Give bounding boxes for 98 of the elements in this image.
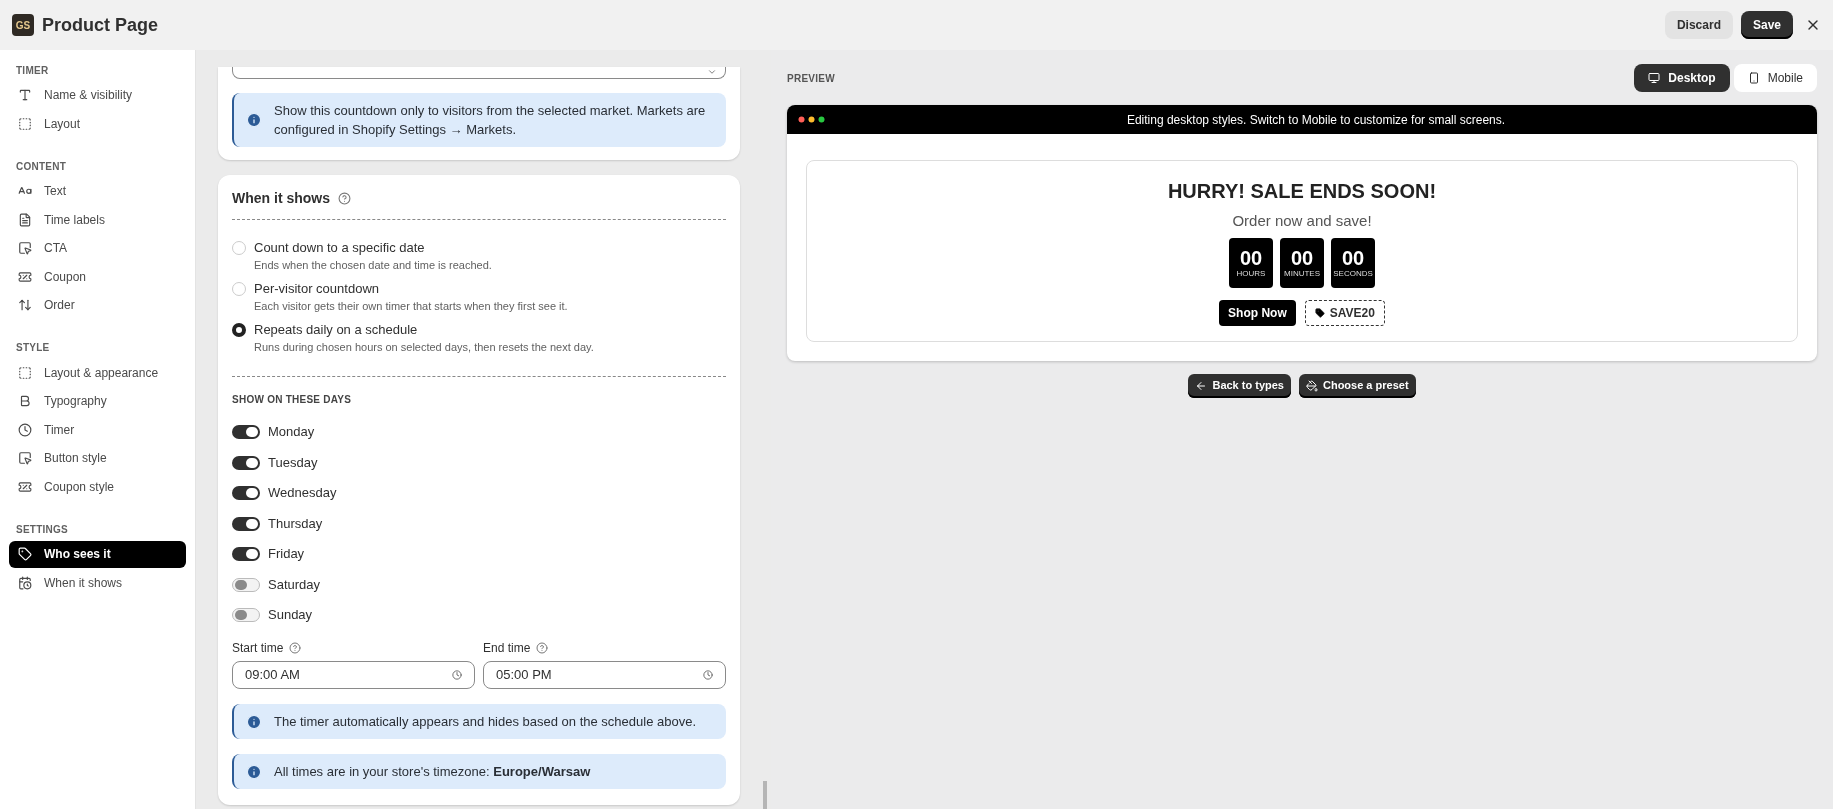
section-heading: TIMER xyxy=(15,63,50,78)
sidebar-item[interactable]: Name & visibility xyxy=(9,81,186,109)
toggle-switch[interactable] xyxy=(232,547,260,561)
sidebar-item[interactable]: Time labels xyxy=(9,206,186,233)
day-label: Wednesday xyxy=(268,484,337,503)
radio-button[interactable] xyxy=(232,323,246,337)
info-text: All times are in your store's timezone: Europe/Warsaw xyxy=(274,763,591,781)
pointer-icon xyxy=(18,241,32,255)
window-title: Product Page xyxy=(42,13,159,37)
time-field[interactable]: 05:00 PM xyxy=(483,661,726,689)
sidebar-item[interactable]: Button style xyxy=(9,444,186,472)
sidebar-item[interactable]: Timer xyxy=(9,416,186,443)
time-field[interactable]: 09:00 AM xyxy=(232,661,475,689)
option-label[interactable]: Count down to a specific date xyxy=(254,239,492,257)
tag-icon xyxy=(1314,307,1325,318)
sidebar-item[interactable]: CTA xyxy=(9,234,186,262)
phone-icon xyxy=(1747,72,1760,84)
preview-label: PREVIEW xyxy=(787,71,835,86)
day-label: Tuesday xyxy=(268,453,318,472)
document-icon xyxy=(18,212,32,227)
banner-text: Editing desktop styles. Switch to Mobile to customize for small screens. xyxy=(1125,111,1507,129)
sidebar-item[interactable]: Text xyxy=(9,177,186,205)
field-label: End time xyxy=(483,640,531,657)
option-description: Runs during chosen hours on selected days, then resets the next day. xyxy=(254,340,594,355)
help-icon[interactable] xyxy=(536,642,549,654)
day-label: Monday xyxy=(268,423,315,442)
clock-icon xyxy=(18,422,32,437)
tag-icon xyxy=(18,547,32,561)
select-field[interactable] xyxy=(232,67,726,79)
timer-subheading: Order now and save! xyxy=(1232,211,1372,231)
coupon-code: SAVE20 xyxy=(1304,299,1385,326)
window-dots-icon xyxy=(798,116,826,123)
option-label[interactable]: Repeats daily on a schedule xyxy=(254,321,594,339)
toggle-switch[interactable] xyxy=(232,577,260,592)
section-heading: SHOW ON THESE DAYS xyxy=(232,393,353,407)
toggle-switch[interactable] xyxy=(232,455,260,470)
monitor-icon xyxy=(1648,72,1661,84)
pointer-icon xyxy=(18,451,32,465)
info-icon xyxy=(246,112,262,128)
info-text: Show this countdown only to visitors from the selected market. Markets are configured in Shopify Settings → Markets. xyxy=(274,102,707,139)
dashed-square-icon xyxy=(18,365,32,380)
info-icon xyxy=(246,763,262,780)
text-icon xyxy=(18,88,32,102)
countdown-digits: 00 xyxy=(1239,246,1263,269)
clock-icon xyxy=(452,670,462,680)
timer-heading: HURRY! SALE ENDS SOON! xyxy=(1167,179,1437,204)
preset-button[interactable]: Choose a preset xyxy=(1298,373,1416,398)
sort-icon xyxy=(18,298,32,312)
section-heading: SETTINGS xyxy=(15,522,69,537)
info-text: The timer automatically appears and hides based on the schedule above. xyxy=(274,713,697,731)
help-icon[interactable] xyxy=(289,642,302,654)
discard-button[interactable]: Discard xyxy=(1664,11,1733,39)
option-label[interactable]: Per-visitor countdown xyxy=(254,280,568,298)
sidebar-item[interactable]: Layout & appearance xyxy=(9,359,186,386)
option-description: Ends when the chosen date and time is reached. xyxy=(254,258,492,273)
paint-bucket-icon xyxy=(1305,379,1318,392)
chevron-icon xyxy=(707,67,717,77)
sidebar-item[interactable]: When it shows xyxy=(9,569,186,596)
countdown-digits: 00 xyxy=(1341,246,1365,269)
countdown-label: HOURS xyxy=(1236,268,1266,279)
coupon-icon xyxy=(18,269,32,284)
sidebar-item[interactable]: Layout xyxy=(9,110,186,137)
section-heading: STYLE xyxy=(15,341,51,355)
bold-icon xyxy=(18,394,32,408)
save-button[interactable]: Save xyxy=(1740,11,1793,39)
toggle-switch[interactable] xyxy=(232,608,260,622)
arrow-left-icon xyxy=(1195,379,1208,392)
back-button[interactable]: Back to types xyxy=(1188,373,1291,398)
countdown-label: MINUTES xyxy=(1284,268,1320,279)
countdown-label: SECONDS xyxy=(1333,268,1373,279)
scrollbar-thumb[interactable] xyxy=(763,781,767,809)
toggle-switch[interactable] xyxy=(232,425,260,439)
info-icon xyxy=(246,713,262,730)
day-label: Saturday xyxy=(268,575,321,594)
option-description: Each visitor gets their own timer that starts when they first see it. xyxy=(254,299,568,314)
sidebar-item[interactable]: Order xyxy=(9,291,186,319)
sidebar-item[interactable]: Coupon xyxy=(9,263,186,290)
countdown-digits: 00 xyxy=(1290,246,1314,269)
device-tab[interactable]: Mobile xyxy=(1733,64,1817,92)
toggle-switch[interactable] xyxy=(232,486,260,500)
section-heading: CONTENT xyxy=(15,159,68,174)
day-label: Friday xyxy=(268,545,305,564)
shop-now-button[interactable]: Shop Now xyxy=(1219,299,1296,326)
app-logo: GS xyxy=(12,14,34,36)
sidebar-item[interactable]: Coupon style xyxy=(9,473,186,500)
day-label: Thursday xyxy=(268,514,323,533)
calendar-clock-icon xyxy=(18,575,32,590)
day-label: Sunday xyxy=(268,606,313,625)
toggle-switch[interactable] xyxy=(232,516,260,531)
field-label: Start time xyxy=(232,640,284,657)
sidebar-item[interactable]: Who sees it xyxy=(9,540,186,568)
coupon-icon xyxy=(18,479,32,494)
device-tab[interactable]: Desktop xyxy=(1634,64,1730,92)
clock-icon xyxy=(703,670,713,680)
card-title: When it shows xyxy=(232,189,330,208)
dashed-square-icon xyxy=(18,116,32,131)
sidebar-item[interactable]: Typography xyxy=(9,387,186,415)
help-icon[interactable] xyxy=(338,192,351,205)
